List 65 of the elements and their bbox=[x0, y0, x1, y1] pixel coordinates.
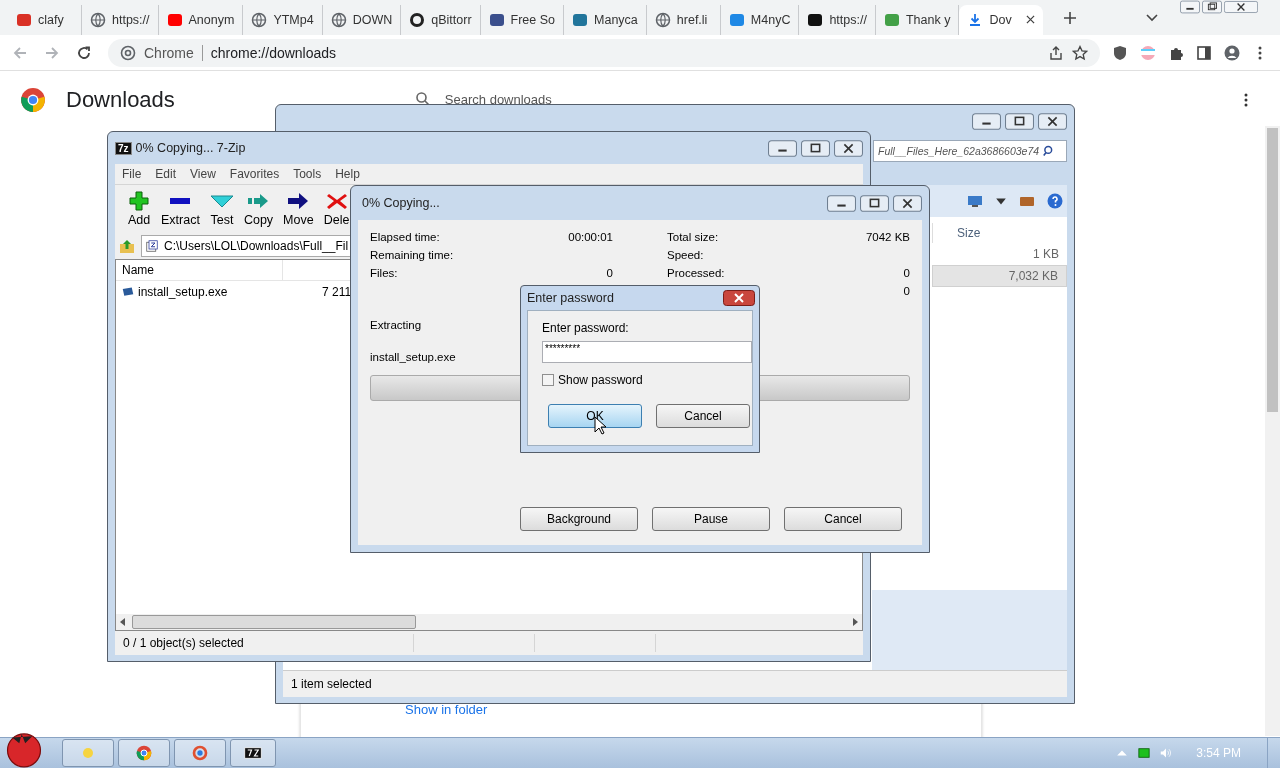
dialog-title: 0% Copying... bbox=[362, 196, 440, 210]
menu-item[interactable]: Favorites bbox=[222, 167, 287, 181]
toolbar-button[interactable]: Test bbox=[205, 191, 238, 227]
browser-tab[interactable]: href.li bbox=[646, 4, 721, 35]
browser-tab[interactable]: YTMp4 bbox=[243, 4, 323, 35]
browser-tab[interactable]: DOWN bbox=[322, 4, 402, 35]
toolbar-button[interactable]: Move bbox=[279, 191, 318, 227]
stat-label: Elapsed time: bbox=[370, 231, 440, 243]
file-row[interactable]: 7,032 KB bbox=[932, 265, 1067, 287]
stat-label: Total size: bbox=[667, 231, 719, 243]
stat-value: 0 bbox=[903, 267, 910, 279]
browser-tab[interactable]: Dov bbox=[959, 4, 1044, 35]
menu-item[interactable]: Help bbox=[328, 167, 367, 181]
browser-tab[interactable]: Free So bbox=[480, 4, 565, 35]
show-in-folder-link[interactable]: Show in folder bbox=[405, 702, 488, 717]
menu-item[interactable]: View bbox=[183, 167, 223, 181]
toolbar-button[interactable]: Dele bbox=[319, 191, 354, 227]
address-bar[interactable]: Chrome chrome://downloads bbox=[108, 38, 1100, 67]
checkbox-label[interactable]: Show password bbox=[558, 373, 643, 387]
stat-value: 0 bbox=[606, 267, 613, 279]
menu-item[interactable]: Edit bbox=[148, 167, 184, 181]
file-row[interactable]: 1 KB bbox=[932, 243, 1067, 265]
stat-label: Remaining time: bbox=[370, 249, 454, 261]
dialog-button[interactable]: Cancel bbox=[784, 507, 902, 531]
search-field[interactable]: Search downloads bbox=[444, 91, 552, 107]
toolbar-button[interactable]: Copy bbox=[239, 191, 278, 227]
page-title: Downloads bbox=[66, 87, 175, 113]
stat-value: 0 bbox=[903, 285, 910, 297]
column-header[interactable]: Size bbox=[957, 226, 981, 240]
browser-tab[interactable]: M4nyC bbox=[720, 4, 800, 35]
browser-tab[interactable]: Thank y bbox=[875, 4, 960, 35]
action-text: Extracting bbox=[370, 319, 422, 331]
status-text: 0 / 1 object(s) selected bbox=[122, 636, 245, 650]
toolbar-button[interactable]: Add bbox=[123, 191, 155, 227]
browser-tab[interactable]: qBittorr bbox=[401, 4, 481, 35]
stat-value: 7042 KB bbox=[865, 231, 910, 243]
site-name: Chrome bbox=[144, 44, 194, 61]
status-text: 1 item selected bbox=[291, 677, 372, 691]
stat-value: 00:00:01 bbox=[568, 231, 613, 243]
browser-tab[interactable]: Anonym bbox=[158, 4, 244, 35]
browser-tab[interactable]: Manyca bbox=[564, 4, 647, 35]
menu-item[interactable]: Tools bbox=[286, 167, 329, 181]
stat-label: Files: bbox=[370, 267, 398, 279]
field-label: Enter password: bbox=[542, 321, 630, 335]
dialog-button[interactable]: Cancel bbox=[656, 404, 750, 428]
app-logo: 7z bbox=[115, 141, 132, 155]
dialog-button[interactable]: Background bbox=[520, 507, 638, 531]
stat-label: Speed: bbox=[667, 249, 704, 261]
url-text: chrome://downloads bbox=[210, 44, 337, 61]
browser-tab[interactable]: https:// bbox=[82, 4, 159, 35]
column-header[interactable]: Name bbox=[116, 260, 283, 280]
search-field[interactable]: Full__Files_Here_62a3686603e74 bbox=[873, 140, 1067, 162]
stat-label: Processed: bbox=[667, 267, 725, 279]
file-name[interactable]: install_setup.exe bbox=[138, 285, 318, 299]
file-size: 7 211 bbox=[322, 285, 352, 299]
browser-tab[interactable]: clafy bbox=[8, 4, 82, 35]
file-name: install_setup.exe bbox=[370, 351, 456, 363]
dialog-title: Enter password bbox=[527, 291, 614, 305]
password-field[interactable]: ********* bbox=[542, 341, 752, 363]
dialog-button[interactable]: OK bbox=[548, 404, 642, 428]
browser-tab[interactable]: https:// bbox=[799, 4, 876, 35]
menu-item[interactable]: File bbox=[115, 167, 149, 181]
dialog-button[interactable]: Pause bbox=[652, 507, 770, 531]
toolbar-button[interactable]: Extract bbox=[157, 191, 204, 227]
window-title: 0% Copying... 7-Zip bbox=[135, 141, 246, 155]
